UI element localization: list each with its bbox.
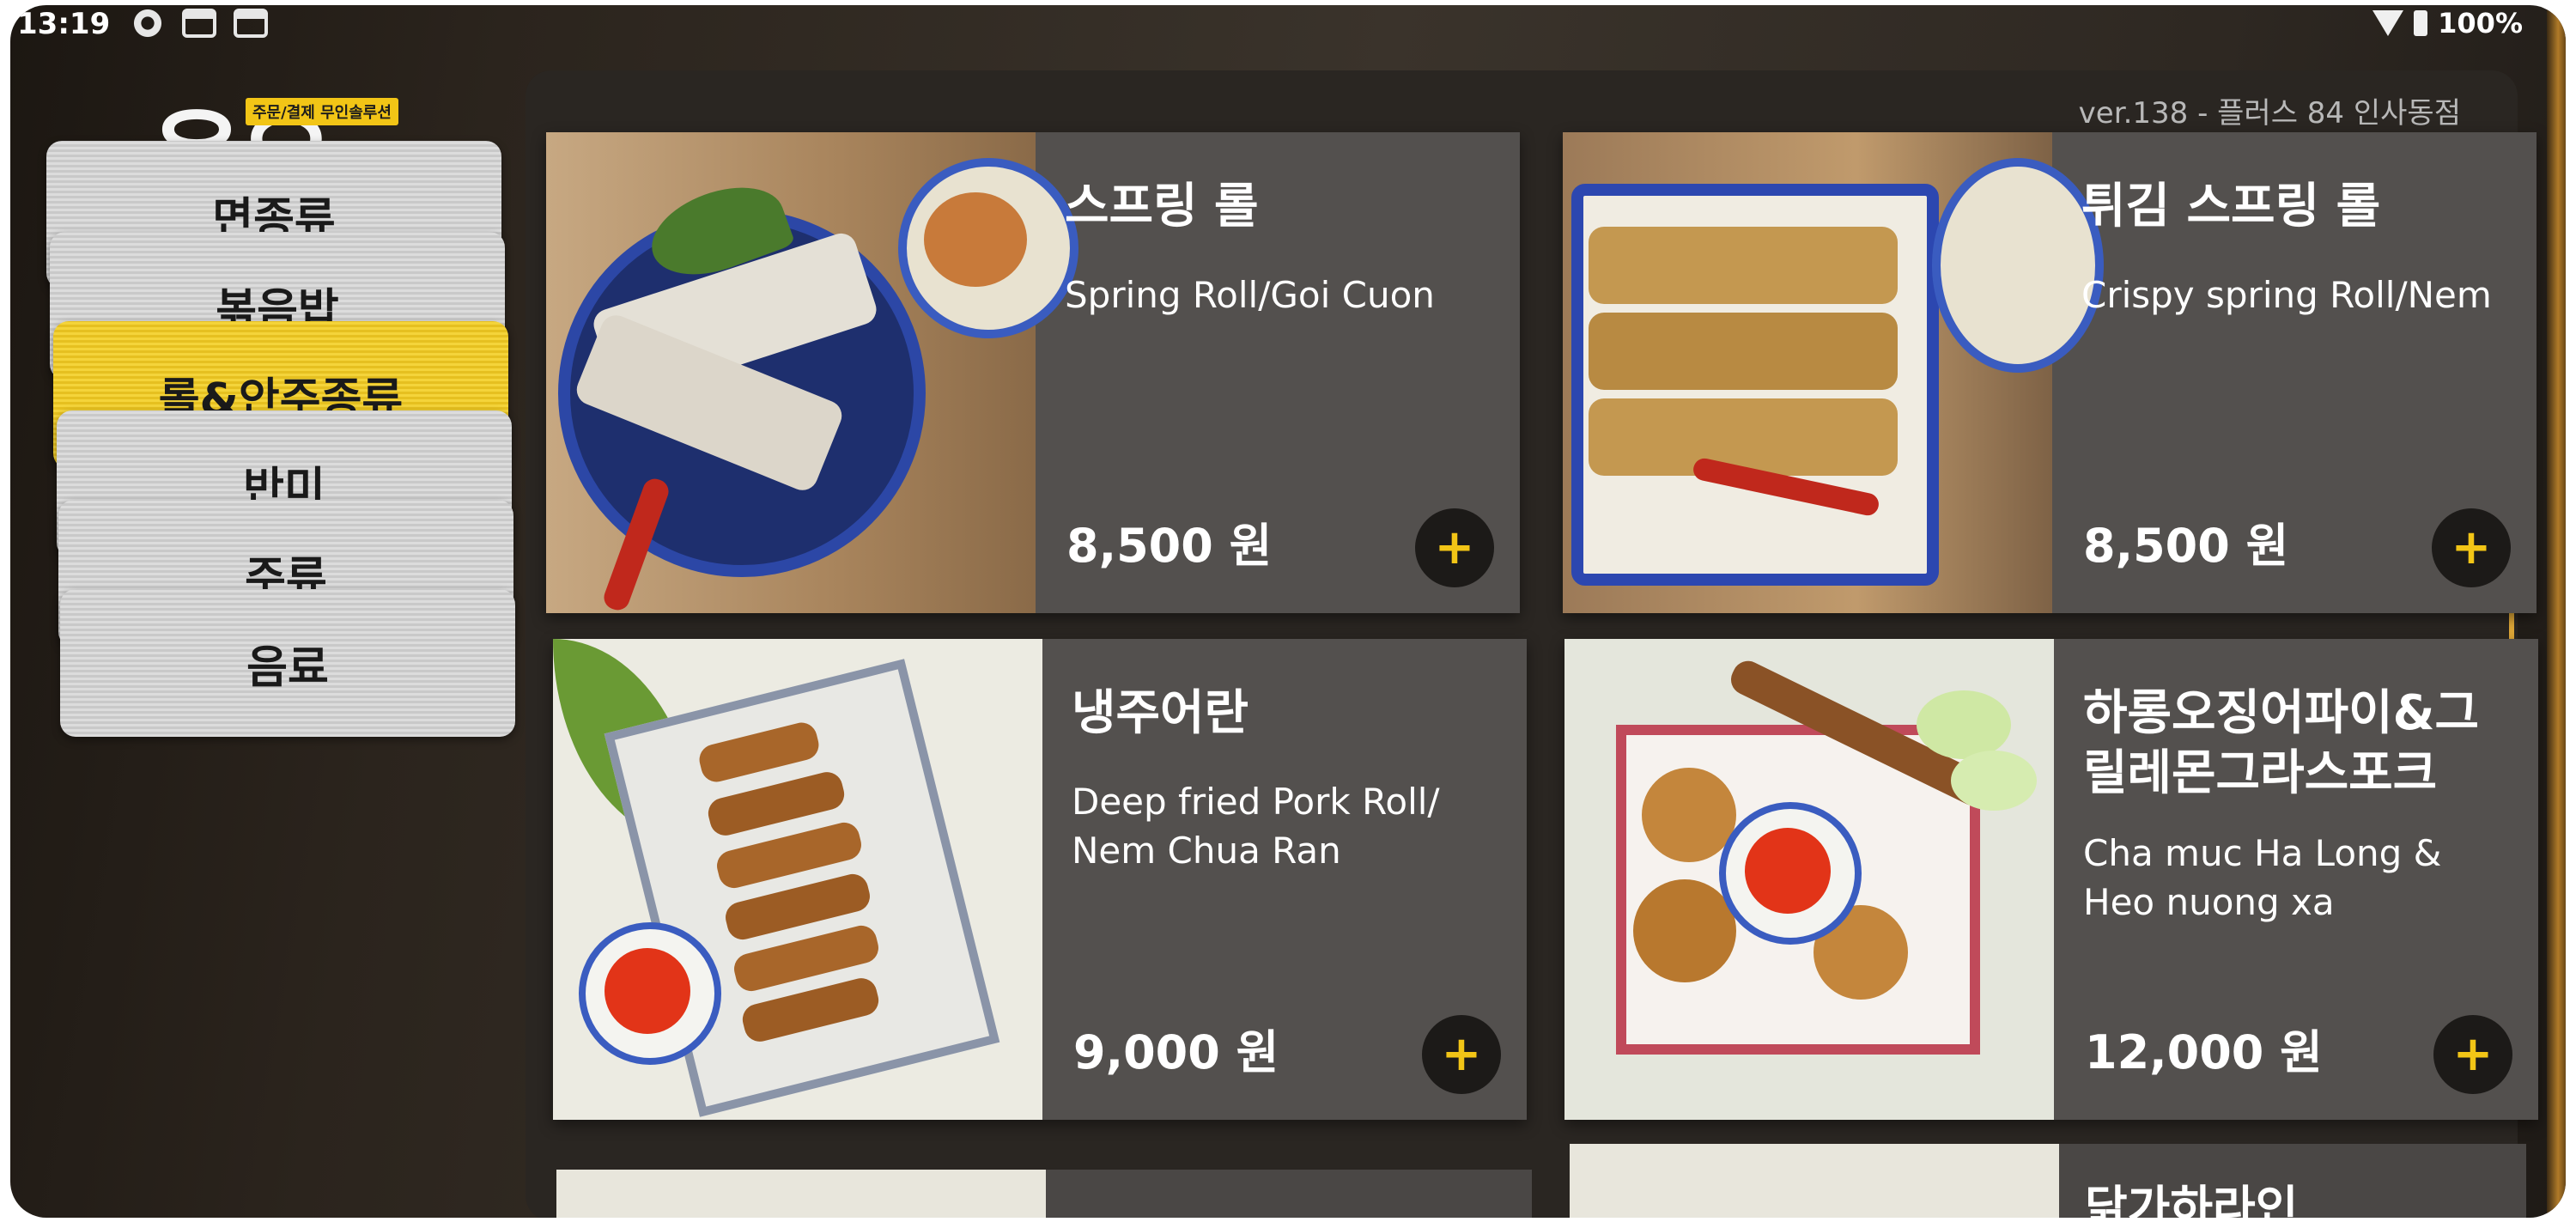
food-photo	[1570, 1144, 2059, 1218]
battery-icon	[2414, 10, 2428, 36]
menu-item-nem-chua-ran[interactable]: 냉주어란 Deep fried Pork Roll/ Nem Chua Ran …	[553, 639, 1527, 1120]
item-name-en: Spring Roll/Goi Cuon	[1065, 274, 1435, 316]
card-icon	[182, 9, 216, 38]
status-icons	[131, 9, 268, 38]
plus-icon[interactable]: +	[1415, 508, 1494, 587]
device-edge	[2547, 5, 2566, 1218]
sidebar-item-drinks[interactable]: 음료	[60, 589, 515, 737]
item-info: 하롱오징어파이&그릴레몬그라스포크 Cha muc Ha Long & Heo …	[2054, 639, 2538, 1120]
food-photo	[1563, 132, 2104, 613]
logo-tagline: 주문/결제 무인솔루션	[246, 98, 398, 125]
battery-level: 100%	[2438, 7, 2523, 40]
food-photo	[1564, 639, 2054, 1120]
food-photo	[546, 132, 1078, 613]
item-name-en: Cha muc Ha Long & Heo nuong xa	[2083, 832, 2442, 923]
menu-item-spring-roll[interactable]: 스프링 롤 Spring Roll/Goi Cuon 8,500 원 +	[546, 132, 1520, 613]
menu-item-crispy-spring-roll[interactable]: 튀김 스프링 롤 Crispy spring Roll/Nem 8,500 원 …	[1563, 132, 2537, 613]
item-info: 냉주어란 Deep fried Pork Roll/ Nem Chua Ran …	[1042, 639, 1527, 1120]
item-price: 8,500 원	[1066, 519, 1273, 573]
food-photo	[553, 639, 1042, 1120]
item-info: 튀김 스프링 롤 Crispy spring Roll/Nem 8,500 원 …	[2052, 132, 2537, 613]
version-label: ver.138 - 플러스 84 인사동점	[2078, 96, 2461, 131]
item-name-ko: 튀김 스프링 롤	[2081, 179, 2381, 234]
food-photo	[556, 1170, 1046, 1218]
gear-icon	[131, 9, 165, 38]
plus-icon[interactable]: +	[1422, 1015, 1501, 1094]
menu-item-partial-right[interactable]: 닭가하라인	[1570, 1144, 2526, 1218]
item-name-ko: 하롱오징어파이&그릴레몬그라스포크	[2083, 685, 2479, 801]
status-time: 13:19	[17, 7, 111, 41]
item-price: 12,000 원	[2085, 1025, 2323, 1079]
wifi-icon	[2372, 10, 2404, 36]
status-right: 100%	[2372, 7, 2523, 40]
item-info: 스프링 롤 Spring Roll/Goi Cuon 8,500 원 +	[1036, 132, 1520, 613]
item-name-en: Deep fried Pork Roll/ Nem Chua Ran	[1072, 781, 1440, 872]
card-icon-2	[234, 9, 268, 38]
menu-item-partial-left[interactable]	[556, 1170, 1532, 1218]
item-name-ko: 스프링 롤	[1065, 179, 1259, 234]
status-bar: 13:19 100%	[10, 5, 2566, 46]
item-name-ko: 닭가하라인	[2085, 1181, 2299, 1218]
item-price: 8,500 원	[2083, 519, 2289, 573]
item-name-en: Crispy spring Roll/Nem	[2081, 274, 2492, 316]
tablet-screen: 13:19 100% 온오더 주문/결제 무인솔루션 면종류 볶음밥 롤&안주종…	[10, 5, 2566, 1218]
menu-item-cha-muc[interactable]: 하롱오징어파이&그릴레몬그라스포크 Cha muc Ha Long & Heo …	[1564, 639, 2538, 1120]
plus-icon[interactable]: +	[2432, 508, 2511, 587]
plus-icon[interactable]: +	[2433, 1015, 2512, 1094]
item-price: 9,000 원	[1073, 1025, 1279, 1079]
item-name-ko: 냉주어란	[1072, 685, 1249, 741]
